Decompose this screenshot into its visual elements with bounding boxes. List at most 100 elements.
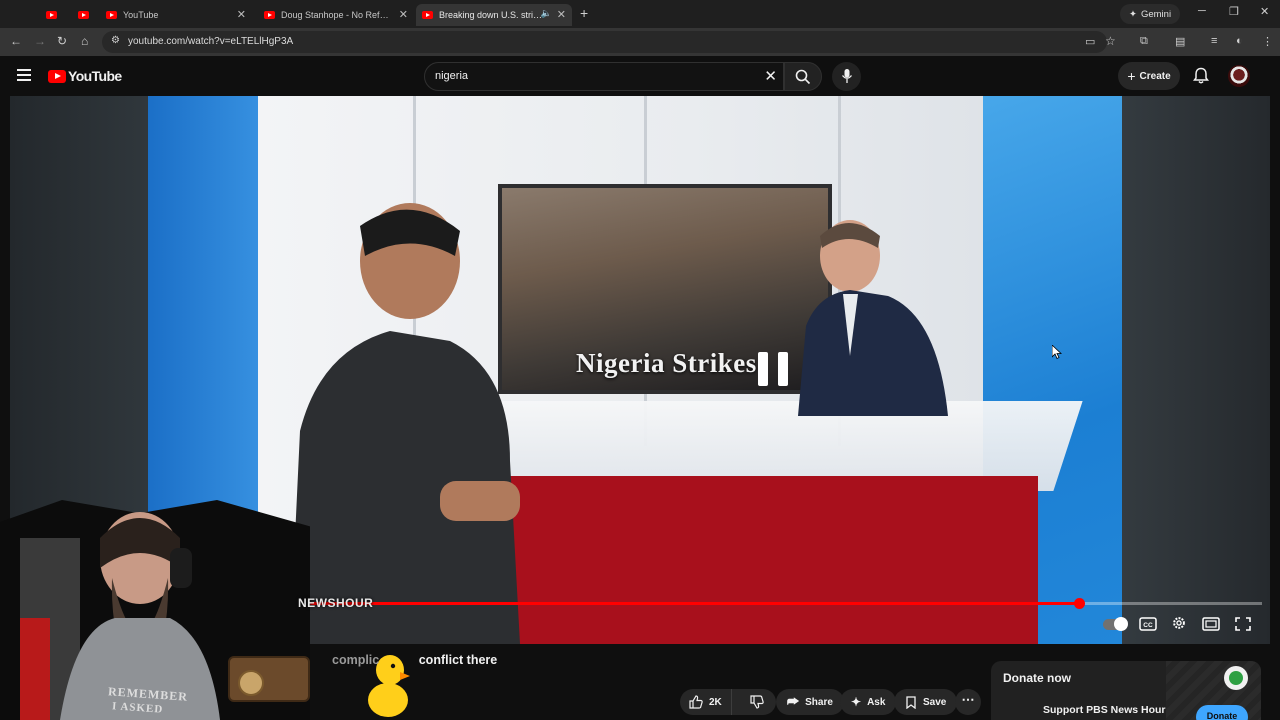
tab-close-icon[interactable]: ✕ [237,8,246,21]
heart-badge-icon [1224,666,1248,690]
extensions-icon[interactable]: ⧉ [1140,35,1148,48]
youtube-favicon-icon [46,11,57,19]
youtube-logo[interactable]: YouTube [48,68,122,84]
browser-tab-strip: YouTube ✕ Doug Stanhope - No Refunds - ✕… [0,0,1280,28]
bookmark-star-icon[interactable]: ☆ [1105,34,1116,48]
microphone-icon [841,69,853,83]
bookmark-icon [906,695,916,709]
ask-button[interactable]: ✦ Ask [840,689,897,715]
tab-breaking-down-strikes[interactable]: Breaking down U.S. strikes i 🔈 ✕ [416,4,572,26]
theater-mode-icon[interactable] [1202,616,1220,632]
fullscreen-icon[interactable] [1234,616,1252,632]
create-button[interactable]: + Create [1118,62,1180,90]
tab-title: Breaking down U.S. strikes i [439,10,543,20]
caption-text: conflict there [418,653,498,667]
tab-youtube-pinned-2[interactable] [72,4,98,26]
progress-played [300,602,1080,605]
player-letterbox-right [1122,96,1270,644]
settings-gear-icon[interactable] [1170,615,1188,631]
clear-search-icon[interactable]: ✕ [764,67,777,85]
browser-menu-icon[interactable]: ⋮ [1262,35,1273,48]
donate-title: Donate now [1003,671,1071,685]
url-text: youtube.com/watch?v=eLTELlHgP3A [128,36,294,47]
minimize-icon[interactable]: ─ [1198,5,1206,17]
closed-captions-icon[interactable]: CC [1139,616,1157,632]
radio-dial [238,670,264,696]
tab-title: Doug Stanhope - No Refunds - [281,10,393,20]
like-button[interactable]: 2K [680,689,733,715]
youtube-header: YouTube nigeria ✕ + Create [0,56,1280,96]
newshour-watermark: NEWSHOUR [298,596,374,610]
donate-card[interactable]: Donate now Support PBS News Hour Donate [991,661,1261,720]
gemini-button[interactable]: ✦ Gemini [1120,4,1181,24]
search-icon [795,69,811,85]
address-bar[interactable]: ⚙ youtube.com/watch?v=eLTELlHgP3A ▭ ☆ [102,31,1116,53]
like-dislike-group: 2K [680,689,776,715]
reading-list-icon[interactable]: ≡ [1211,35,1217,47]
video-title-caption: complic conflict there [332,653,497,667]
notifications-bell-icon[interactable] [1191,66,1211,86]
monitor-graphic-title: Nigeria Strikes [576,348,757,378]
save-label: Save [923,696,947,708]
site-info-icon[interactable]: ⚙ [111,35,120,46]
restore-icon[interactable]: ❐ [1229,5,1239,18]
back-icon[interactable]: ← [10,34,22,48]
ask-label: Ask [867,696,886,708]
anchor-figure [798,220,948,416]
hamburger-menu-icon[interactable] [17,69,31,81]
save-button[interactable]: Save [894,689,958,715]
sparkle-icon: ✦ [1129,8,1137,20]
youtube-favicon-icon [78,11,89,19]
like-count: 2K [709,696,722,708]
donate-button[interactable]: Donate [1196,705,1248,720]
plus-icon: + [1127,68,1136,84]
speaker-icon[interactable]: 🔈 [541,8,552,19]
share-arrow-icon: ⮫ [787,694,800,709]
account-avatar[interactable] [1228,65,1250,87]
youtube-play-icon [48,69,66,83]
gemini-label: Gemini [1140,8,1172,20]
youtube-favicon-icon [264,11,275,19]
thumbs-down-icon [750,695,764,709]
mouse-cursor-icon [1052,345,1062,359]
tab-close-icon[interactable]: ✕ [399,8,408,21]
more-horizontal-icon: ⋯ [961,692,975,707]
more-actions-button[interactable]: ⋯ [955,689,981,715]
browser-toolbar: ← → ↻ ⌂ ⚙ youtube.com/watch?v=eLTELlHgP3… [0,28,1280,56]
caption-partial-text: complic [332,653,380,667]
forward-icon[interactable]: → [34,34,46,48]
media-controls-icon[interactable]: ▤ [1175,35,1185,48]
autoplay-toggle[interactable] [1103,617,1128,631]
youtube-logo-text: YouTube [68,68,122,84]
progress-bar[interactable] [300,598,1262,609]
sparkle-icon: ✦ [851,695,862,709]
youtube-favicon-icon [422,11,433,19]
close-window-icon[interactable]: ✕ [1260,5,1269,18]
reload-icon[interactable]: ↻ [57,34,67,48]
cast-icon[interactable]: ▭ [1085,35,1095,48]
search-button[interactable] [784,62,822,91]
pause-icon[interactable] [758,352,788,386]
donate-subtitle: Support PBS News Hour [1043,704,1166,716]
home-icon[interactable]: ⌂ [81,34,88,48]
thumbs-up-icon [689,695,703,709]
voice-search-button[interactable] [832,62,861,91]
create-label: Create [1139,70,1171,82]
tab-doug-stanhope[interactable]: Doug Stanhope - No Refunds - ✕ [258,4,414,26]
youtube-favicon-icon [106,11,117,19]
desk-front [478,476,1038,644]
new-tab-icon[interactable]: + [580,5,588,21]
webcam-overlay: REMEMBER I ASKED [0,480,330,720]
tab-close-icon[interactable]: ✕ [557,8,566,21]
vintage-radio-prop [228,656,310,702]
tab-youtube-pinned-1[interactable] [40,4,66,26]
tab-title: YouTube [123,10,159,20]
share-button[interactable]: ⮫ Share [776,689,844,715]
share-label: Share [805,696,833,708]
profile-icon[interactable]: ◐ [1236,35,1243,47]
tab-youtube[interactable]: YouTube ✕ [100,4,252,26]
svg-text:CC: CC [1143,622,1153,629]
search-box[interactable]: nigeria ✕ [424,62,784,91]
dislike-button[interactable] [738,689,776,715]
search-input[interactable]: nigeria [435,70,468,82]
